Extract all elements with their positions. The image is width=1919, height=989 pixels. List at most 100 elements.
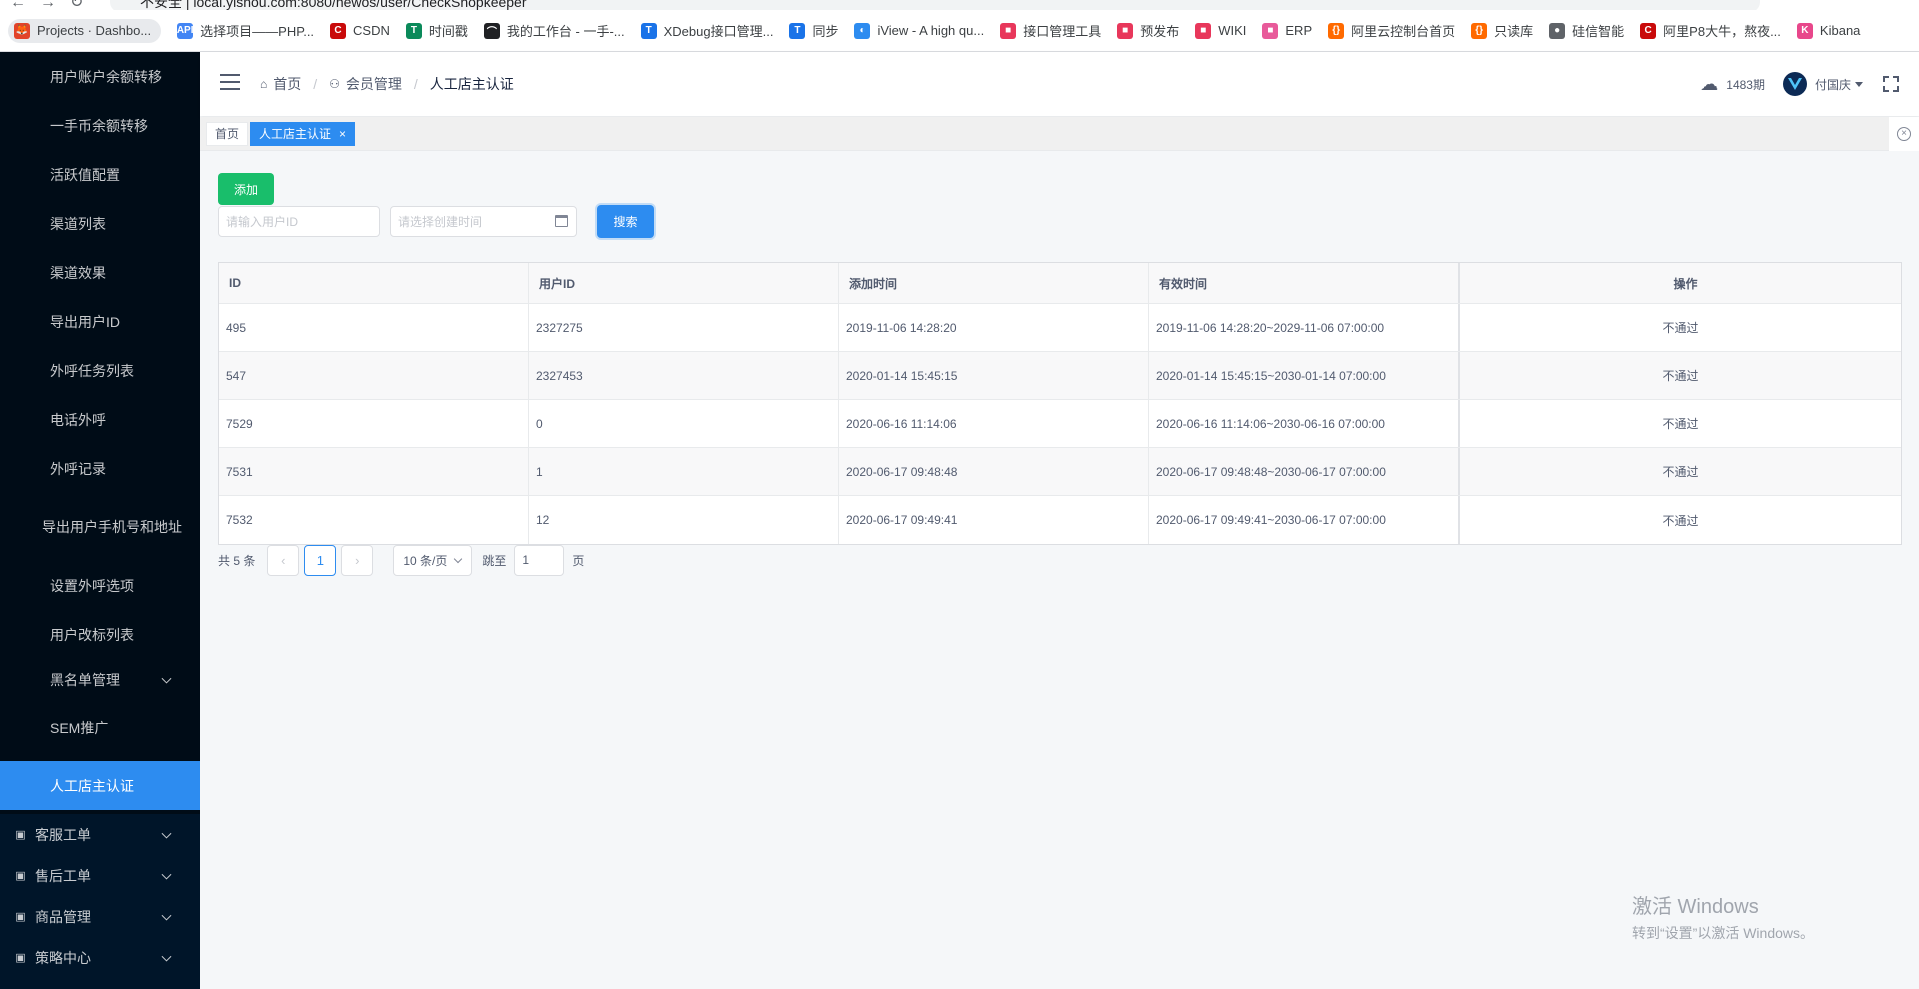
bookmark-item[interactable]: ■ WIKI bbox=[1195, 22, 1247, 39]
bookmark-item[interactable]: {} 阿里云控制台首页 bbox=[1328, 21, 1455, 40]
bookmark-label: 同步 bbox=[812, 24, 839, 39]
address-text: 不安全 | local.yishou.com:8080/newos/user/C… bbox=[140, 0, 527, 10]
watermark-line2: 转到“设置”以激活 Windows。 bbox=[1632, 925, 1815, 941]
user-id-input[interactable]: 请输入用户ID bbox=[218, 206, 380, 237]
bookmark-item[interactable]: T XDebug接口管理... bbox=[640, 21, 773, 40]
prev-page-button[interactable]: ‹ bbox=[267, 544, 300, 576]
bookmark-favicon-icon: ■ bbox=[1000, 22, 1017, 39]
table-cell: 2020-06-17 09:48:48 bbox=[839, 448, 1149, 495]
breadcrumb-member[interactable]: ⚇ 会员管理 bbox=[329, 74, 402, 94]
sidebar-group-label: 商品管理 bbox=[35, 908, 91, 925]
sidebar-item[interactable]: SEM推广 bbox=[0, 703, 200, 752]
sidebar-item[interactable]: 用户账户余额转移 bbox=[0, 52, 200, 101]
avatar[interactable] bbox=[1782, 72, 1807, 96]
page-1-button[interactable]: 1 bbox=[304, 544, 337, 576]
reject-action-link[interactable]: 不通过 bbox=[1460, 448, 1901, 495]
chevron-down-icon bbox=[161, 673, 172, 684]
table-cell: 12 bbox=[529, 496, 839, 544]
sidebar-item[interactable]: 设置外呼选项 bbox=[0, 561, 200, 610]
sidebar-group-label: 策略中心 bbox=[35, 949, 91, 966]
sidebar-item[interactable]: 导出用户手机号和地址 bbox=[0, 493, 200, 561]
close-all-tags-button[interactable]: × bbox=[1889, 117, 1919, 151]
sidebar-item[interactable]: 黑名单管理 bbox=[0, 659, 200, 700]
bookmark-item[interactable]: C CSDN bbox=[330, 22, 390, 39]
menu-toggle-icon[interactable] bbox=[220, 74, 240, 90]
fullscreen-icon[interactable] bbox=[1883, 76, 1899, 92]
sidebar-item[interactable]: 导出用户ID bbox=[0, 297, 200, 346]
sidebar-group[interactable]: ▣ 策略中心 bbox=[0, 937, 200, 978]
bookmark-item[interactable]: ■ ERP bbox=[1262, 22, 1312, 39]
sidebar-item[interactable]: 一手币余额转移 bbox=[0, 101, 200, 150]
table-cell: 547 bbox=[219, 352, 529, 399]
sidebar-item[interactable]: 活跃值配置 bbox=[0, 150, 200, 199]
table-cell: 2020-06-16 11:14:06~2030-06-16 07:00:00 bbox=[1149, 400, 1460, 447]
search-button[interactable]: 搜索 bbox=[597, 205, 654, 238]
table-cell: 2020-06-17 09:49:41 bbox=[839, 496, 1149, 544]
pagination-total: 共 5 条 bbox=[218, 553, 256, 568]
bookmark-item[interactable]: ■ 预发布 bbox=[1117, 21, 1179, 40]
sidebar-item[interactable]: 渠道效果 bbox=[0, 248, 200, 297]
bookmark-favicon-icon: ■ bbox=[1195, 22, 1212, 39]
breadcrumb-home[interactable]: ⌂ 首页 bbox=[260, 74, 301, 94]
table-row: 495 2327275 2019-11-06 14:28:20 2019-11-06 … bbox=[219, 304, 1901, 352]
reject-action-link[interactable]: 不通过 bbox=[1460, 496, 1901, 544]
bookmark-item[interactable]: ● 硅信智能 bbox=[1549, 21, 1624, 40]
table-cell: 7531 bbox=[219, 448, 529, 495]
sidebar-group[interactable]: ▣ 售后工单 bbox=[0, 855, 200, 896]
caret-down-icon[interactable] bbox=[1855, 81, 1863, 87]
bookmark-favicon-icon: {} bbox=[1471, 22, 1488, 39]
bookmark-item[interactable]: {} 只读库 bbox=[1471, 21, 1533, 40]
chevron-down-icon bbox=[161, 869, 172, 880]
bookmark-label: 时间戳 bbox=[428, 24, 468, 39]
jump-page-input[interactable]: 1 bbox=[514, 544, 565, 576]
period-label: 1483期 bbox=[1726, 77, 1765, 92]
bag-icon: ▣ bbox=[15, 911, 26, 923]
bookmark-item[interactable]: K Kibana bbox=[1796, 22, 1860, 39]
sidebar-group[interactable]: ▣ 客服工单 bbox=[0, 814, 200, 855]
sidebar-item[interactable]: 外呼记录 bbox=[0, 444, 200, 493]
breadcrumb-separator: / bbox=[413, 76, 418, 92]
next-page-button[interactable]: › bbox=[341, 544, 374, 576]
sidebar-item[interactable]: 用户改标列表 bbox=[0, 610, 200, 659]
sidebar-group[interactable]: ▣ 商品管理 bbox=[0, 896, 200, 937]
table-cell: 0 bbox=[529, 400, 839, 447]
reject-action-link[interactable]: 不通过 bbox=[1460, 352, 1901, 399]
page-size-select[interactable]: 10 条/页 bbox=[393, 544, 473, 576]
add-button[interactable]: 添加 bbox=[218, 173, 274, 205]
breadcrumb: ⌂ 首页 / ⚇ 会员管理 / 人工店主认证 bbox=[260, 52, 514, 116]
bookmark-item[interactable]: 🦊 Projects · Dashbo... bbox=[8, 18, 162, 43]
home-icon: ⌂ bbox=[260, 77, 268, 91]
bookmark-label: 预发布 bbox=[1140, 24, 1180, 39]
browser-nav-icons[interactable]: ←→↻ bbox=[10, 0, 97, 10]
bookmark-item[interactable]: ◐ iView - A high qu... bbox=[854, 22, 984, 39]
bookmark-item[interactable]: ■ 接口管理工具 bbox=[1000, 21, 1101, 40]
sidebar-item[interactable]: 人工店主认证 bbox=[0, 761, 200, 810]
bookmark-favicon-icon: ■ bbox=[1262, 22, 1279, 39]
bookmark-item[interactable]: T 时间戳 bbox=[405, 21, 468, 40]
sidebar-item[interactable]: 电话外呼 bbox=[0, 395, 200, 444]
reject-action-link[interactable]: 不通过 bbox=[1460, 304, 1901, 351]
bookmark-favicon-icon: C bbox=[1640, 22, 1657, 39]
cloud-download-icon[interactable]: ☁ bbox=[1700, 74, 1718, 95]
table-cell: 2020-06-16 11:14:06 bbox=[839, 400, 1149, 447]
close-icon[interactable]: × bbox=[339, 127, 346, 141]
bookmark-label: WIKI bbox=[1218, 23, 1247, 38]
bookmark-item[interactable]: T 同步 bbox=[789, 21, 838, 40]
tag-home[interactable]: 首页 bbox=[206, 122, 249, 146]
tag-current-label: 人工店主认证 bbox=[259, 127, 332, 141]
table-header-cell: 操作 bbox=[1673, 276, 1698, 291]
sidebar-group-label: 售后工单 bbox=[35, 867, 91, 884]
bookmark-item[interactable]: ⌒ 我的工作台 - 一手-... bbox=[483, 21, 625, 40]
sidebar-item[interactable]: 渠道列表 bbox=[0, 199, 200, 248]
sidebar-item[interactable]: 外呼任务列表 bbox=[0, 346, 200, 395]
reject-action-link[interactable]: 不通过 bbox=[1460, 400, 1901, 447]
bookmark-favicon-icon: ■ bbox=[1117, 22, 1134, 39]
address-bar[interactable]: 不安全 | local.yishou.com:8080/newos/user/C… bbox=[110, 0, 1760, 10]
tag-current[interactable]: 人工店主认证 × bbox=[250, 122, 356, 146]
bookmark-label: 接口管理工具 bbox=[1023, 24, 1102, 39]
bookmark-item[interactable]: C 阿里P8大牛，熬夜... bbox=[1640, 21, 1781, 40]
sidebar-item-label: 设置外呼选项 bbox=[50, 577, 134, 594]
username[interactable]: 付国庆 bbox=[1815, 76, 1851, 93]
date-picker-input[interactable]: 请选择创建时间 bbox=[390, 206, 577, 237]
bookmark-item[interactable]: API 选择项目——PHP... bbox=[177, 21, 314, 40]
